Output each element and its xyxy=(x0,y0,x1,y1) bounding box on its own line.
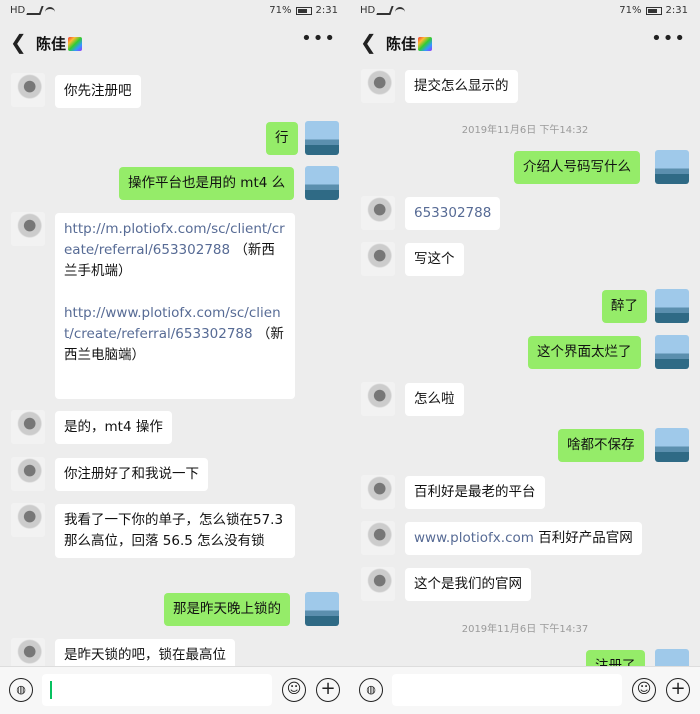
avatar[interactable] xyxy=(361,382,395,416)
avatar[interactable] xyxy=(11,212,45,246)
avatar[interactable] xyxy=(305,121,339,155)
emoji-icon[interactable]: ☺ xyxy=(632,678,656,702)
avatar[interactable] xyxy=(655,289,689,323)
wifi-icon xyxy=(395,6,406,15)
message-bubble[interactable]: 这个是我们的官网 xyxy=(405,568,531,601)
message-bubble[interactable]: 提交怎么显示的 xyxy=(405,70,518,103)
timestamp: 2019年11月6日 下午14:37 xyxy=(461,624,589,635)
battery-percent: 71% xyxy=(619,5,642,16)
avatar[interactable] xyxy=(361,196,395,230)
avatar[interactable] xyxy=(361,521,395,555)
avatar[interactable] xyxy=(11,457,45,491)
clock: 2:31 xyxy=(315,5,338,16)
wifi-icon xyxy=(45,6,56,15)
message-bubble[interactable]: 我看了一下你的单子，怎么锁在57.3 那么高位，回落 56.5 怎么没有锁 xyxy=(55,504,295,558)
battery-percent: 71% xyxy=(269,5,292,16)
referral-link-desktop[interactable]: http://www.plotiofx.com/sc/client/create… xyxy=(64,305,281,342)
message-bubble[interactable]: 百利好是最老的平台 xyxy=(405,476,545,509)
avatar[interactable] xyxy=(305,166,339,200)
avatar[interactable] xyxy=(655,428,689,462)
message-bubble[interactable]: 行 xyxy=(266,122,298,155)
input-bar: ◍ ☺ + xyxy=(350,666,700,714)
back-arrow-icon[interactable]: ❮ xyxy=(360,32,378,52)
avatar[interactable] xyxy=(305,592,339,626)
text-caret xyxy=(50,681,52,699)
battery-icon xyxy=(645,6,662,15)
emoji-icon[interactable]: ☺ xyxy=(282,678,306,702)
carrier-label: HD xyxy=(10,5,26,16)
message-bubble[interactable]: 你注册好了和我说一下 xyxy=(55,458,208,491)
message-bubble[interactable]: 介绍人号码写什么 xyxy=(514,151,640,184)
message-bubble[interactable]: www.plotiofx.com 百利好产品官网 xyxy=(405,522,642,555)
message-bubble[interactable]: 这个界面太烂了 xyxy=(528,336,641,369)
carrier-label: HD xyxy=(360,5,376,16)
more-icon[interactable]: ••• xyxy=(651,28,686,49)
avatar[interactable] xyxy=(11,73,45,107)
message-input[interactable] xyxy=(392,674,622,706)
voice-icon[interactable]: ◍ xyxy=(359,678,383,702)
message-bubble[interactable]: http://m.plotiofx.com/sc/client/create/r… xyxy=(55,213,295,399)
chat-panel-left: HD 71% 2:31 ❮ 陈佳 ••• 你先注册吧 行 操作平台也是用的 mt4… xyxy=(0,0,350,714)
message-bubble[interactable]: 653302788 xyxy=(405,197,501,230)
avatar[interactable] xyxy=(361,475,395,509)
message-bubble[interactable]: 那是昨天晚上锁的 xyxy=(164,593,290,626)
chat-title: 陈佳 xyxy=(36,33,83,54)
status-bar: HD 71% 2:31 xyxy=(350,0,700,22)
signal-icon xyxy=(376,6,394,15)
message-bubble[interactable]: 操作平台也是用的 mt4 么 xyxy=(119,167,295,200)
avatar[interactable] xyxy=(11,410,45,444)
message-bubble[interactable]: 怎么啦 xyxy=(405,383,464,416)
timestamp: 2019年11月6日 下午14:32 xyxy=(461,125,589,136)
input-bar: ◍ ☺ + xyxy=(0,666,350,714)
plus-icon[interactable]: + xyxy=(666,678,690,702)
rainbow-emoji-icon xyxy=(68,36,83,51)
avatar[interactable] xyxy=(655,335,689,369)
avatar[interactable] xyxy=(361,567,395,601)
avatar[interactable] xyxy=(361,242,395,276)
signal-icon xyxy=(26,6,44,15)
message-bubble[interactable]: 啥都不保存 xyxy=(558,429,644,462)
battery-icon xyxy=(295,6,312,15)
rainbow-emoji-icon xyxy=(418,36,433,51)
message-bubble[interactable]: 醉了 xyxy=(602,290,647,323)
message-bubble[interactable]: 写这个 xyxy=(405,243,464,276)
avatar[interactable] xyxy=(361,69,395,103)
status-bar: HD 71% 2:31 xyxy=(0,0,350,22)
voice-icon[interactable]: ◍ xyxy=(9,678,33,702)
message-bubble[interactable]: 是的，mt4 操作 xyxy=(55,411,172,444)
chat-header: ❮ 陈佳 ••• xyxy=(0,24,350,62)
chat-header: ❮ 陈佳 ••• xyxy=(350,24,700,62)
more-icon[interactable]: ••• xyxy=(301,28,336,49)
clock: 2:31 xyxy=(665,5,688,16)
avatar[interactable] xyxy=(11,503,45,537)
chat-title: 陈佳 xyxy=(386,33,433,54)
chat-panel-right: HD 71% 2:31 ❮ 陈佳 ••• 提交怎么显示的 2019年11月6日 下… xyxy=(350,0,700,714)
message-input[interactable] xyxy=(42,674,272,706)
plus-icon[interactable]: + xyxy=(316,678,340,702)
website-link[interactable]: www.plotiofx.com xyxy=(414,530,534,546)
avatar[interactable] xyxy=(655,150,689,184)
message-bubble[interactable]: 你先注册吧 xyxy=(55,75,141,108)
back-arrow-icon[interactable]: ❮ xyxy=(10,32,28,52)
